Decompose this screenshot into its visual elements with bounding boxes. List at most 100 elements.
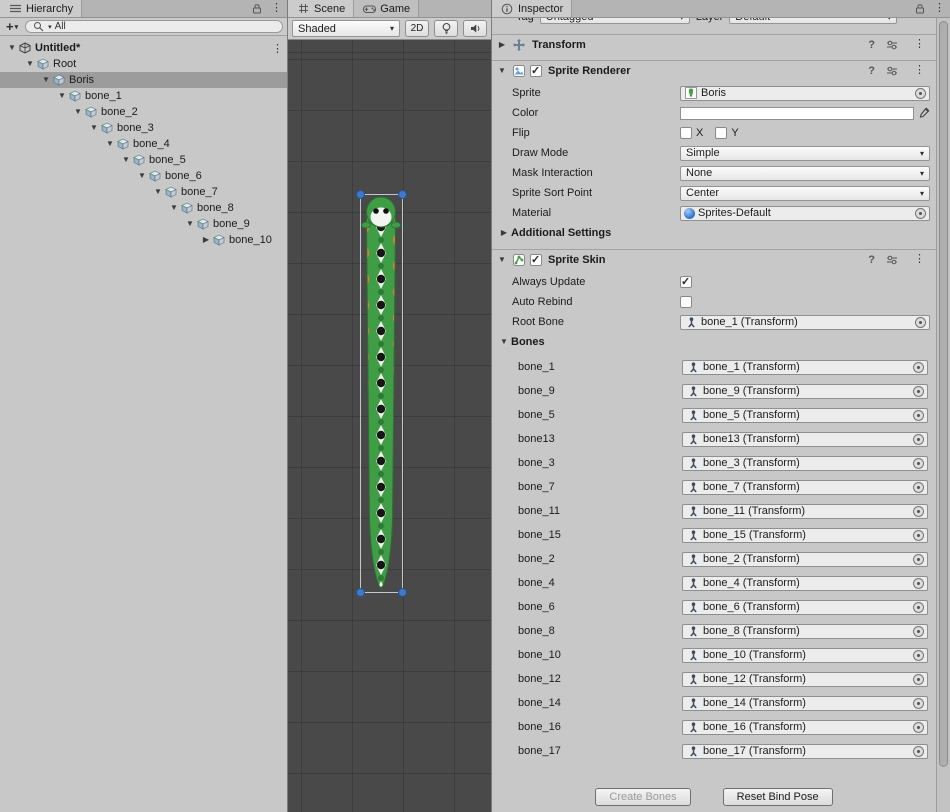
hierarchy-tree-row[interactable]: ▼ bone_9 xyxy=(0,216,287,232)
additional-settings-foldout[interactable]: ▶ Additional Settings xyxy=(492,223,936,243)
expand-arrow-icon[interactable]: ▶ xyxy=(200,236,212,244)
scene-header-row[interactable]: ▼ Untitled* ⋮ xyxy=(0,40,287,56)
expand-arrow-icon[interactable]: ▼ xyxy=(56,92,68,100)
expand-arrow-icon[interactable]: ▼ xyxy=(496,67,508,75)
object-picker-icon[interactable] xyxy=(913,554,924,565)
bone-object-field[interactable]: bone_1 (Transform) xyxy=(682,360,928,375)
tab-game[interactable]: Game xyxy=(354,0,419,17)
component-enabled-checkbox[interactable] xyxy=(530,254,542,266)
bone-object-field[interactable]: bone_15 (Transform) xyxy=(682,528,928,543)
scene-audio-button[interactable] xyxy=(463,20,487,37)
toggle-2d-button[interactable]: 2D xyxy=(405,20,429,37)
sprite-skin-component-header[interactable]: ▼ Sprite Skin ? ⋮ xyxy=(492,249,936,269)
hierarchy-tree-row[interactable]: ▼ bone_3 xyxy=(0,120,287,136)
expand-arrow-icon[interactable]: ▼ xyxy=(152,188,164,196)
bone-object-field[interactable]: bone_5 (Transform) xyxy=(682,408,928,423)
bone-object-field[interactable]: bone13 (Transform) xyxy=(682,432,928,447)
bone-object-field[interactable]: bone_3 (Transform) xyxy=(682,456,928,471)
object-picker-icon[interactable] xyxy=(913,602,924,613)
hierarchy-tree-row[interactable]: ▼ Root xyxy=(0,56,287,72)
expand-arrow-icon[interactable]: ▼ xyxy=(120,156,132,164)
expand-arrow-icon[interactable]: ▼ xyxy=(72,108,84,116)
object-picker-icon[interactable] xyxy=(913,650,924,661)
presets-icon[interactable] xyxy=(885,39,899,51)
object-picker-icon[interactable] xyxy=(915,317,926,328)
object-picker-icon[interactable] xyxy=(913,410,924,421)
object-picker-icon[interactable] xyxy=(913,362,924,373)
help-icon[interactable]: ? xyxy=(868,254,875,266)
mask-interaction-dropdown[interactable]: None ▾ xyxy=(680,166,930,181)
hierarchy-tree-row[interactable]: ▼ bone_8 xyxy=(0,200,287,216)
reset-bind-pose-button[interactable]: Reset Bind Pose xyxy=(723,788,833,806)
expand-arrow-icon[interactable]: ▼ xyxy=(24,60,36,68)
boris-sprite[interactable] xyxy=(346,188,418,603)
bone-object-field[interactable]: bone_17 (Transform) xyxy=(682,744,928,759)
object-picker-icon[interactable] xyxy=(913,746,924,757)
color-swatch[interactable] xyxy=(680,107,914,120)
object-picker-icon[interactable] xyxy=(913,386,924,397)
bone-object-field[interactable]: bone_10 (Transform) xyxy=(682,648,928,663)
sprite-renderer-component-header[interactable]: ▼ Sprite Renderer ? ⋮ xyxy=(492,60,936,80)
object-picker-icon[interactable] xyxy=(915,208,926,219)
scene-viewport[interactable] xyxy=(288,40,491,812)
scene-menu-icon[interactable]: ⋮ xyxy=(272,42,283,55)
panel-menu-icon[interactable]: ⋮ xyxy=(929,0,950,17)
eyedropper-icon[interactable] xyxy=(918,107,930,119)
object-picker-icon[interactable] xyxy=(913,674,924,685)
object-picker-icon[interactable] xyxy=(913,698,924,709)
expand-arrow-icon[interactable]: ▼ xyxy=(168,204,180,212)
panel-menu-icon[interactable]: ⋮ xyxy=(266,0,287,17)
object-picker-icon[interactable] xyxy=(913,626,924,637)
create-bones-button[interactable]: Create Bones xyxy=(595,788,690,806)
bone-object-field[interactable]: bone_12 (Transform) xyxy=(682,672,928,687)
always-update-checkbox[interactable] xyxy=(680,276,692,288)
component-menu-icon[interactable]: ⋮ xyxy=(909,254,930,265)
bone-object-field[interactable]: bone_9 (Transform) xyxy=(682,384,928,399)
object-picker-icon[interactable] xyxy=(913,434,924,445)
help-icon[interactable]: ? xyxy=(868,39,875,51)
object-picker-icon[interactable] xyxy=(913,482,924,493)
object-picker-icon[interactable] xyxy=(913,506,924,517)
bones-foldout[interactable]: ▼ Bones xyxy=(492,332,936,352)
bone-object-field[interactable]: bone_8 (Transform) xyxy=(682,624,928,639)
component-enabled-checkbox[interactable] xyxy=(530,65,542,77)
bone-object-field[interactable]: bone_4 (Transform) xyxy=(682,576,928,591)
layer-dropdown[interactable]: Default ▾ xyxy=(729,18,897,24)
bone-object-field[interactable]: bone_6 (Transform) xyxy=(682,600,928,615)
object-picker-icon[interactable] xyxy=(913,722,924,733)
expand-arrow-icon[interactable]: ▼ xyxy=(104,140,116,148)
lock-icon[interactable] xyxy=(248,0,266,17)
bone-object-field[interactable]: bone_2 (Transform) xyxy=(682,552,928,567)
hierarchy-search-input[interactable]: ▾ All xyxy=(25,20,283,33)
draw-mode-dropdown[interactable]: Simple ▾ xyxy=(680,146,930,161)
bone-object-field[interactable]: bone_14 (Transform) xyxy=(682,696,928,711)
expand-arrow-icon[interactable]: ▶ xyxy=(496,41,508,49)
object-picker-icon[interactable] xyxy=(913,578,924,589)
material-object-field[interactable]: Sprites-Default xyxy=(680,206,930,221)
auto-rebind-checkbox[interactable] xyxy=(680,296,692,308)
shading-mode-dropdown[interactable]: Shaded ▾ xyxy=(292,20,400,37)
flip-x-checkbox[interactable] xyxy=(680,127,692,139)
hierarchy-tree-row[interactable]: ▼ bone_1 xyxy=(0,88,287,104)
hierarchy-tree-row[interactable]: ▼ bone_4 xyxy=(0,136,287,152)
hierarchy-tree-row[interactable]: ▼ bone_6 xyxy=(0,168,287,184)
tag-dropdown[interactable]: Untagged ▾ xyxy=(540,18,690,24)
expand-arrow-icon[interactable]: ▼ xyxy=(40,76,52,84)
scrollbar-thumb[interactable] xyxy=(939,21,948,767)
flip-y-checkbox[interactable] xyxy=(715,127,727,139)
component-menu-icon[interactable]: ⋮ xyxy=(909,39,930,50)
hierarchy-tree-row[interactable]: ▶ bone_10 xyxy=(0,232,287,248)
tab-scene[interactable]: Scene xyxy=(288,0,354,17)
root-bone-object-field[interactable]: bone_1 (Transform) xyxy=(680,315,930,330)
transform-component-header[interactable]: ▶ Transform ? ⋮ xyxy=(492,34,936,54)
sprite-object-field[interactable]: Boris xyxy=(680,86,930,101)
presets-icon[interactable] xyxy=(885,254,899,266)
bone-object-field[interactable]: bone_7 (Transform) xyxy=(682,480,928,495)
sprite-sort-point-dropdown[interactable]: Center ▾ xyxy=(680,186,930,201)
tab-hierarchy[interactable]: Hierarchy xyxy=(0,0,82,17)
tab-inspector[interactable]: Inspector xyxy=(492,0,572,17)
help-icon[interactable]: ? xyxy=(868,65,875,77)
expand-arrow-icon[interactable]: ▶ xyxy=(498,229,510,237)
lock-icon[interactable] xyxy=(911,0,929,17)
inspector-scrollbar[interactable] xyxy=(936,18,950,812)
